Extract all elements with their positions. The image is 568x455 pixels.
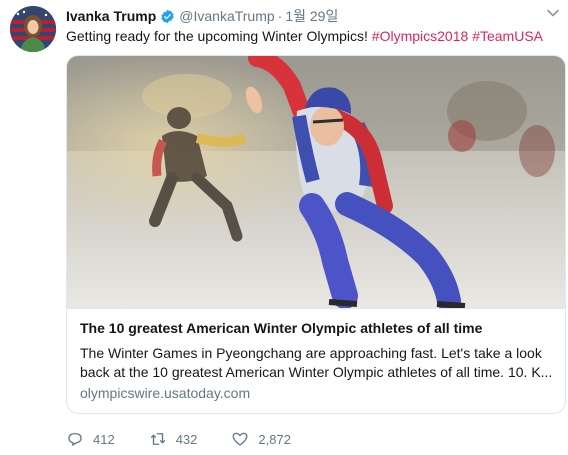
author-handle[interactable]: @IvankaTrump bbox=[179, 8, 274, 24]
card-description: The Winter Games in Pyeongchang are appr… bbox=[80, 345, 553, 380]
tweet-text: Getting ready for the upcoming Winter Ol… bbox=[66, 27, 543, 45]
like-button[interactable]: 2,872 bbox=[231, 430, 291, 448]
tweet-header: Ivanka Trump @IvankaTrump · 1월 29일 bbox=[66, 6, 338, 26]
card-body: The 10 greatest American Winter Olympic … bbox=[67, 308, 565, 413]
author-name[interactable]: Ivanka Trump bbox=[66, 8, 156, 24]
card-image bbox=[67, 56, 565, 308]
like-count: 2,872 bbox=[258, 431, 291, 447]
tweet-actions: 412 432 2,872 bbox=[66, 430, 325, 448]
hashtag-teamusa[interactable]: #TeamUSA bbox=[472, 28, 543, 44]
tweet-timestamp[interactable]: 1월 29일 bbox=[285, 6, 338, 26]
retweet-icon bbox=[150, 433, 165, 445]
header-separator: · bbox=[277, 8, 283, 24]
tweet-body-text: Getting ready for the upcoming Winter Ol… bbox=[66, 28, 372, 44]
retweet-button[interactable]: 432 bbox=[149, 430, 198, 448]
card-domain: olympicswire.usatoday.com bbox=[80, 385, 251, 401]
reply-button[interactable]: 412 bbox=[66, 430, 115, 448]
retweet-count: 432 bbox=[175, 431, 198, 447]
avatar-image bbox=[10, 6, 56, 52]
author-avatar[interactable] bbox=[10, 6, 56, 52]
reply-count: 412 bbox=[93, 431, 115, 447]
chevron-down-icon[interactable] bbox=[546, 6, 560, 20]
hashtag-olympics2018[interactable]: #Olympics2018 bbox=[372, 28, 469, 44]
reply-icon bbox=[68, 433, 82, 446]
card-title[interactable]: The 10 greatest American Winter Olympic … bbox=[80, 320, 482, 336]
link-preview-card[interactable]: The 10 greatest American Winter Olympic … bbox=[66, 55, 566, 414]
verified-badge-icon bbox=[161, 9, 174, 23]
like-icon bbox=[232, 432, 248, 446]
